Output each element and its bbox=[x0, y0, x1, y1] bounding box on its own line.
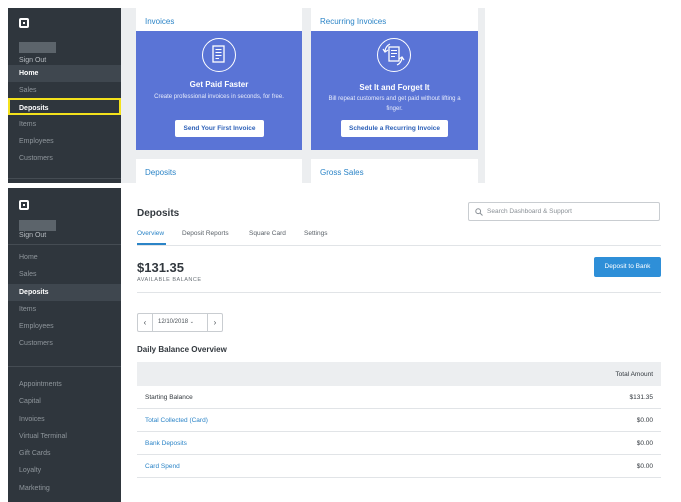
sidebar-item-loyalty[interactable]: Loyalty bbox=[8, 462, 121, 479]
recurring-invoices-card-title[interactable]: Recurring Invoices bbox=[320, 17, 386, 26]
invoices-card-title[interactable]: Invoices bbox=[145, 17, 174, 26]
invoice-icon bbox=[202, 38, 236, 72]
tab-settings[interactable]: Settings bbox=[304, 230, 328, 237]
table-row-bank-deposits: Bank Deposits $0.00 bbox=[137, 432, 661, 455]
schedule-recurring-invoice-button[interactable]: Schedule a Recurring Invoice bbox=[341, 120, 448, 137]
previous-date-button[interactable]: ‹ bbox=[138, 314, 153, 331]
sidebar-divider bbox=[8, 244, 121, 245]
recurring-invoices-promo: Set It and Forget It Bill repeat custome… bbox=[311, 31, 478, 150]
balance-divider bbox=[137, 292, 661, 293]
bottom-sidebar: Sign Out Home Sales Deposits Items Emplo… bbox=[8, 188, 121, 502]
available-balance-label: AVAILABLE BALANCE bbox=[137, 277, 202, 283]
date-picker: ‹ 12/10/2018 ⌄ › bbox=[137, 313, 223, 332]
account-name-redacted bbox=[19, 220, 56, 231]
sidebar-item-customers[interactable]: Customers bbox=[8, 335, 121, 352]
tab-square-card[interactable]: Square Card bbox=[249, 230, 286, 237]
gross-sales-card-title[interactable]: Gross Sales bbox=[320, 168, 364, 177]
sidebar-item-items[interactable]: Items bbox=[8, 301, 121, 318]
date-select[interactable]: 12/10/2018 ⌄ bbox=[158, 319, 194, 325]
recurring-promo-text: Bill repeat customers and get paid witho… bbox=[328, 96, 461, 112]
sidebar-item-appointments[interactable]: Appointments bbox=[8, 376, 121, 393]
tabs-divider bbox=[137, 245, 661, 246]
recurring-invoices-card: Recurring Invoices Set It and Forget It … bbox=[311, 8, 478, 150]
row-amount: $0.00 bbox=[636, 463, 653, 470]
selected-date: 12/10/2018 bbox=[158, 319, 189, 325]
sidebar-item-deposits[interactable]: Deposits bbox=[8, 98, 121, 115]
deposits-card-title[interactable]: Deposits bbox=[145, 168, 176, 177]
table-row-total-collected: Total Collected (Card) $0.00 bbox=[137, 409, 661, 432]
row-amount: $131.35 bbox=[629, 394, 654, 401]
sidebar-item-virtual-terminal[interactable]: Virtual Terminal bbox=[8, 428, 121, 445]
top-sidebar: Sign Out Home Sales Deposits Items Emplo… bbox=[8, 8, 121, 183]
sidebar-item-deposits[interactable]: Deposits bbox=[8, 284, 121, 301]
table-row-starting-balance: Starting Balance $131.35 bbox=[137, 386, 661, 409]
search-input[interactable]: Search Dashboard & Support bbox=[468, 202, 660, 221]
sidebar-item-items[interactable]: Items bbox=[8, 116, 121, 133]
sidebar-item-home[interactable]: Home bbox=[8, 65, 121, 82]
invoices-card: Invoices Get Paid Faster Create professi… bbox=[136, 8, 302, 150]
sidebar-item-marketing[interactable]: Marketing bbox=[8, 480, 121, 497]
sidebar-item-employees[interactable]: Employees bbox=[8, 133, 121, 150]
send-first-invoice-button[interactable]: Send Your First Invoice bbox=[175, 120, 264, 137]
sidebar-item-sales[interactable]: Sales bbox=[8, 266, 121, 283]
chevron-down-icon: ⌄ bbox=[189, 319, 194, 325]
invoices-promo-heading: Get Paid Faster bbox=[189, 80, 249, 89]
sidebar-item-capital[interactable]: Capital bbox=[8, 393, 121, 410]
column-header-total-amount: Total Amount bbox=[615, 371, 653, 378]
table-row-card-spend: Card Spend $0.00 bbox=[137, 455, 661, 478]
invoices-promo-text: Create professional invoices in seconds,… bbox=[154, 94, 284, 100]
account-name-redacted bbox=[19, 42, 56, 53]
card-spend-link[interactable]: Card Spend bbox=[145, 463, 180, 470]
tab-overview[interactable]: Overview bbox=[137, 230, 164, 237]
invoices-promo: Get Paid Faster Create professional invo… bbox=[136, 31, 302, 150]
available-balance-amount: $131.35 bbox=[137, 260, 184, 275]
square-logo-icon[interactable] bbox=[19, 18, 29, 28]
dashboard-cards: Invoices Get Paid Faster Create professi… bbox=[121, 8, 485, 183]
square-logo-icon[interactable] bbox=[19, 200, 29, 210]
sidebar-divider bbox=[8, 178, 121, 179]
page-title: Deposits bbox=[137, 208, 180, 219]
gross-sales-card: Gross Sales bbox=[311, 159, 478, 183]
daily-balance-overview-title: Daily Balance Overview bbox=[137, 345, 227, 354]
tab-deposit-reports[interactable]: Deposit Reports bbox=[182, 230, 229, 237]
sidebar-item-employees[interactable]: Employees bbox=[8, 318, 121, 335]
recurring-invoice-icon bbox=[377, 38, 411, 72]
sidebar-item-gift-cards[interactable]: Gift Cards bbox=[8, 445, 121, 462]
total-collected-link[interactable]: Total Collected (Card) bbox=[145, 417, 208, 424]
recurring-promo-heading: Set It and Forget It bbox=[359, 83, 430, 92]
table-header: Total Amount bbox=[137, 362, 661, 386]
row-label: Starting Balance bbox=[145, 394, 193, 401]
search-placeholder: Search Dashboard & Support bbox=[487, 208, 572, 215]
deposits-card: Deposits bbox=[136, 159, 302, 183]
deposits-page: Deposits Search Dashboard & Support Over… bbox=[121, 188, 681, 502]
bank-deposits-link[interactable]: Bank Deposits bbox=[145, 440, 187, 447]
sidebar-item-home[interactable]: Home bbox=[8, 249, 121, 266]
sidebar-item-sales[interactable]: Sales bbox=[8, 82, 121, 99]
sidebar-divider bbox=[8, 366, 121, 367]
search-icon bbox=[475, 208, 483, 216]
row-amount: $0.00 bbox=[636, 417, 653, 424]
sidebar-item-invoices[interactable]: Invoices bbox=[8, 411, 121, 428]
row-amount: $0.00 bbox=[636, 440, 653, 447]
sign-out-link[interactable]: Sign Out bbox=[19, 232, 46, 239]
deposit-to-bank-button[interactable]: Deposit to Bank bbox=[594, 257, 661, 277]
next-date-button[interactable]: › bbox=[207, 314, 222, 331]
sign-out-link[interactable]: Sign Out bbox=[19, 57, 46, 64]
sidebar-item-customers[interactable]: Customers bbox=[8, 150, 121, 167]
